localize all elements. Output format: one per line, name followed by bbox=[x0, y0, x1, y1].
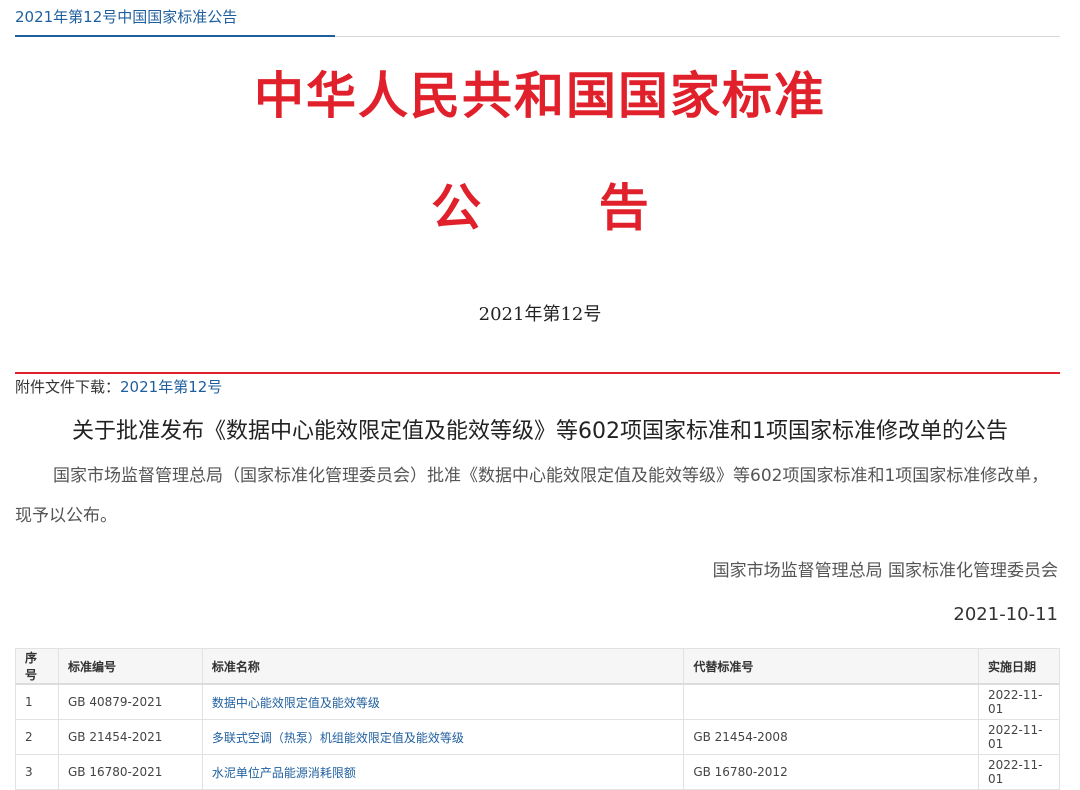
notice-title: 关于批准发布《数据中心能效限定值及能效等级》等602项国家标准和1项国家标准修改… bbox=[72, 419, 1008, 444]
page-breadcrumb-title: 2021年第12号中国国家标准公告 bbox=[15, 8, 238, 26]
cell-std-name: 水泥单位产品能源消耗限额 bbox=[201, 754, 685, 790]
cell-std-number: GB 40879-2021 bbox=[57, 683, 203, 720]
masthead-title: 中华人民共和国国家标准 bbox=[254, 66, 826, 125]
std-name-link[interactable]: 水泥单位产品能源消耗限额 bbox=[212, 766, 356, 780]
attachment-row: 附件文件下载：2021年第12号 bbox=[15, 376, 222, 397]
cell-replaced-std: GB 16780-2012 bbox=[683, 754, 980, 790]
notice-date: 2021-10-11 bbox=[953, 604, 1058, 625]
notice-signer: 国家市场监督管理总局 国家标准化管理委员会 bbox=[712, 561, 1058, 581]
table-row: 2 GB 21454-2021 多联式空调（热泵）机组能效限定值及能效等级 GB… bbox=[15, 719, 1060, 755]
header-std-number: 标准编号 bbox=[57, 648, 203, 685]
cell-std-number: GB 21454-2021 bbox=[57, 719, 203, 755]
cell-index: 2 bbox=[15, 719, 59, 755]
std-name-link[interactable]: 数据中心能效限定值及能效等级 bbox=[212, 696, 380, 710]
cell-effective-date: 2022-11-01 bbox=[978, 754, 1060, 790]
notice-body: 国家市场监督管理总局（国家标准化管理委员会）批准《数据中心能效限定值及能效等级》… bbox=[15, 466, 1049, 526]
table-row: 3 GB 16780-2021 水泥单位产品能源消耗限额 GB 16780-20… bbox=[15, 754, 1060, 790]
cell-std-number: GB 16780-2021 bbox=[57, 754, 203, 790]
standards-table: 序号 标准编号 标准名称 代替标准号 实施日期 1 GB 40879-2021 … bbox=[15, 648, 1060, 790]
masthead-subtitle: 公 告 bbox=[431, 178, 699, 237]
issue-number: 2021年第12号 bbox=[478, 304, 602, 325]
table-row: 1 GB 40879-2021 数据中心能效限定值及能效等级 2022-11-0… bbox=[15, 683, 1060, 720]
cell-index: 3 bbox=[15, 754, 59, 790]
std-name-link[interactable]: 多联式空调（热泵）机组能效限定值及能效等级 bbox=[212, 731, 464, 745]
header-replaced-std: 代替标准号 bbox=[683, 648, 980, 685]
cell-replaced-std: GB 21454-2008 bbox=[683, 719, 980, 755]
cell-std-name: 数据中心能效限定值及能效等级 bbox=[201, 683, 685, 720]
cell-replaced-std bbox=[683, 683, 980, 720]
cell-effective-date: 2022-11-01 bbox=[978, 683, 1060, 720]
header-index: 序号 bbox=[15, 648, 59, 685]
attachment-download-link[interactable]: 2021年第12号 bbox=[120, 378, 222, 396]
table-header-row: 序号 标准编号 标准名称 代替标准号 实施日期 bbox=[15, 648, 1060, 685]
masthead-red-rule bbox=[15, 372, 1060, 374]
attachment-label: 附件文件下载： bbox=[15, 378, 121, 396]
header-effective-date: 实施日期 bbox=[978, 648, 1060, 685]
cell-effective-date: 2022-11-01 bbox=[978, 719, 1060, 755]
header-divider-accent bbox=[15, 35, 335, 37]
header-std-name: 标准名称 bbox=[201, 648, 685, 685]
cell-std-name: 多联式空调（热泵）机组能效限定值及能效等级 bbox=[201, 719, 685, 755]
cell-index: 1 bbox=[15, 683, 59, 720]
